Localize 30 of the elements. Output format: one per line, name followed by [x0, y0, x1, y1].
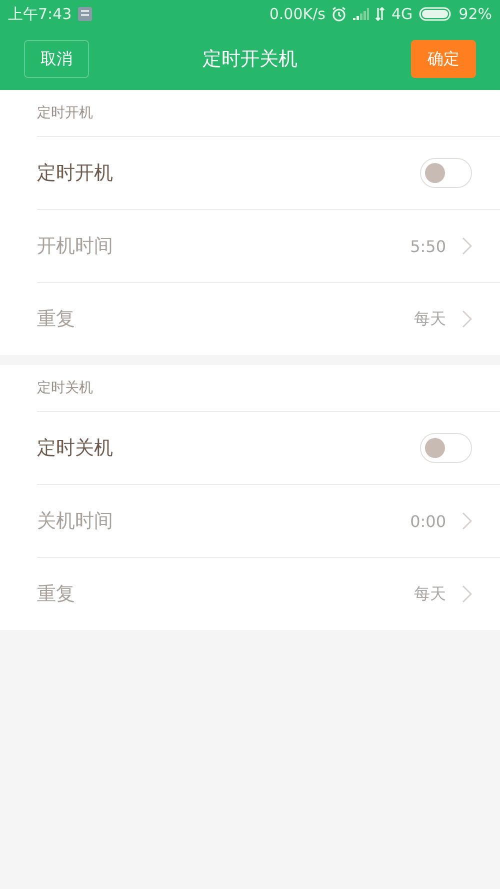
section-title: 定时关机 [37, 379, 93, 397]
row-label: 定时开机 [37, 161, 114, 186]
battery-percent: 92% [458, 5, 492, 23]
chevron-right-icon[interactable] [462, 237, 472, 255]
network-speed: 0.00K/s [269, 5, 326, 23]
confirm-button[interactable]: 确定 [411, 40, 476, 78]
alarm-icon [331, 6, 348, 22]
row-value: 每天 [414, 308, 446, 330]
cancel-button[interactable]: 取消 [24, 40, 89, 78]
row-label: 关机时间 [37, 509, 114, 534]
toggle-switch[interactable] [420, 433, 472, 463]
row-label: 定时关机 [37, 436, 114, 461]
row-value: 0:00 [410, 512, 446, 530]
signal-icon [353, 8, 370, 20]
section-title: 定时开机 [37, 104, 93, 122]
network-type: 4G [391, 5, 413, 23]
row-value: 每天 [414, 584, 446, 604]
row-label: 重复 [37, 582, 76, 607]
chevron-right-icon[interactable] [462, 585, 472, 603]
row-label: 重复 [37, 307, 76, 332]
chevron-right-icon[interactable] [462, 310, 472, 328]
toggle-switch[interactable] [420, 158, 472, 188]
row-label: 开机时间 [37, 234, 114, 259]
page-title: 定时开关机 [202, 47, 298, 72]
chevron-right-icon[interactable] [462, 512, 472, 530]
status-time: 上午7:43 [8, 4, 72, 24]
row-value: 5:50 [410, 236, 446, 256]
notes-icon [78, 7, 92, 21]
battery-icon [418, 7, 453, 21]
data-arrows-icon [375, 7, 386, 21]
